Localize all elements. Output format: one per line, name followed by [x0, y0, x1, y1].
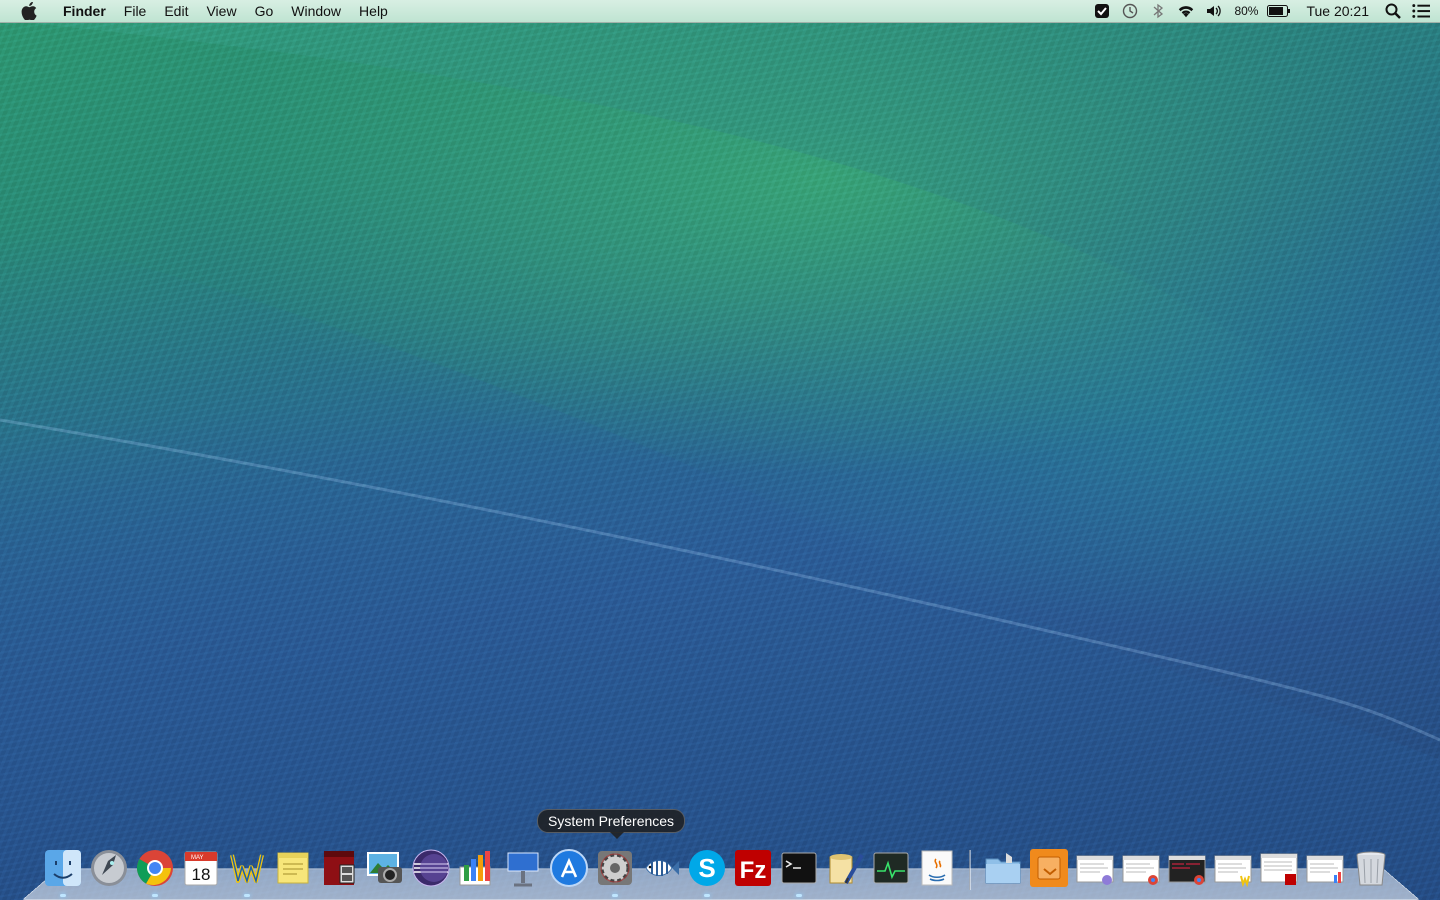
calendar-day: 18	[192, 865, 211, 884]
photobooth-icon	[324, 851, 355, 885]
dock-java[interactable]	[915, 846, 959, 890]
dock-chrome[interactable]	[133, 846, 177, 897]
svg-text:Fz: Fz	[740, 857, 767, 884]
dock-terminal[interactable]	[777, 846, 821, 897]
dock-numbers[interactable]	[455, 846, 499, 890]
dock-activity-monitor[interactable]	[869, 846, 913, 890]
running-indicator	[704, 894, 710, 897]
gear-icon	[598, 851, 632, 885]
dock-stickies[interactable]	[271, 846, 315, 890]
dock-minimized-window-1[interactable]	[1073, 846, 1117, 890]
running-indicator	[244, 894, 250, 897]
dock-eclipse[interactable]	[409, 846, 453, 890]
eclipse-icon	[412, 849, 450, 887]
battery-percentage: 80%	[1234, 4, 1259, 18]
dock-skype[interactable]: S	[685, 846, 729, 897]
filezilla-icon: Fz	[735, 850, 771, 886]
dock-system-preferences[interactable]	[593, 846, 637, 897]
appstore-icon	[550, 849, 588, 887]
dock-trash[interactable]	[1349, 846, 1393, 890]
window-thumbnail-icon	[1076, 855, 1114, 885]
notification-center-icon[interactable]	[1412, 2, 1430, 20]
dock-minimized-window-6[interactable]	[1303, 846, 1347, 890]
dock-textwrangler[interactable]	[225, 846, 269, 897]
calendar-icon: MAY 18	[184, 851, 218, 886]
window-thumbnail-icon	[1214, 855, 1252, 888]
dock-photobooth[interactable]	[317, 846, 361, 890]
spotlight-search-icon[interactable]	[1384, 2, 1402, 20]
dock-applications-stack[interactable]	[981, 846, 1025, 890]
activity-monitor-icon	[873, 852, 909, 884]
dock-minimized-window-4[interactable]	[1211, 846, 1255, 890]
menu-file[interactable]: File	[115, 0, 156, 22]
running-indicator	[60, 894, 66, 897]
dock-tooltip: System Preferences	[537, 809, 686, 839]
svg-text:S: S	[698, 853, 715, 883]
finder-icon	[45, 850, 81, 886]
dock-keynote[interactable]	[501, 846, 545, 890]
apple-menu-icon[interactable]	[18, 0, 40, 22]
running-indicator	[796, 894, 802, 897]
keynote-icon	[507, 852, 539, 887]
window-thumbnail-icon	[1260, 853, 1298, 885]
rocket-icon	[91, 850, 127, 886]
menu-help[interactable]: Help	[350, 0, 397, 22]
dock-filezilla[interactable]: Fz	[731, 846, 775, 890]
running-indicator	[612, 894, 618, 897]
java-icon	[921, 850, 953, 886]
menu-window[interactable]: Window	[282, 0, 350, 22]
running-indicator	[152, 894, 158, 897]
dock-appstore[interactable]	[547, 846, 591, 890]
water-texture	[0, 0, 1440, 900]
menu-edit[interactable]: Edit	[155, 0, 197, 22]
bluetooth-icon[interactable]	[1149, 2, 1167, 20]
menu-app-finder[interactable]: Finder	[54, 0, 115, 22]
status-area: 80% Tue 20:21	[1088, 0, 1440, 22]
menubar-clock[interactable]: Tue 20:21	[1306, 3, 1369, 19]
terminal-icon	[781, 852, 817, 884]
window-thumbnail-icon	[1122, 855, 1160, 885]
dock-launchpad[interactable]	[87, 846, 131, 890]
folder-icon	[985, 853, 1021, 884]
security-shield-icon[interactable]	[1093, 2, 1111, 20]
dock-aquarium[interactable]	[639, 846, 683, 890]
window-thumbnail-icon	[1306, 855, 1344, 883]
volume-icon[interactable]	[1205, 2, 1223, 20]
fish-icon	[645, 860, 679, 876]
chrome-icon	[136, 850, 173, 886]
numbers-icon	[459, 851, 491, 886]
iphoto-icon	[367, 852, 402, 883]
dock-finder[interactable]	[41, 846, 85, 897]
dock: MAY 18 S Fz	[40, 842, 1394, 897]
downloads-stack-icon	[1030, 849, 1068, 887]
calendar-month: MAY	[191, 855, 204, 861]
menu-bar: Finder File Edit View Go Window Help 80%…	[0, 0, 1440, 23]
wifi-icon[interactable]	[1177, 2, 1195, 20]
menu-view[interactable]: View	[197, 0, 245, 22]
skype-icon: S	[689, 850, 725, 886]
script-editor-icon	[829, 854, 864, 884]
dock-calendar[interactable]: MAY 18	[179, 846, 223, 890]
dock-iphoto[interactable]	[363, 846, 407, 890]
window-thumbnail-icon	[1168, 855, 1206, 885]
textwrangler-icon	[230, 854, 264, 884]
dock-minimized-window-3[interactable]	[1165, 846, 1209, 890]
time-machine-icon[interactable]	[1121, 2, 1139, 20]
battery-icon[interactable]	[1267, 2, 1291, 20]
dock-minimized-window-2[interactable]	[1119, 846, 1163, 890]
menu-go[interactable]: Go	[246, 0, 283, 22]
dock-script-editor[interactable]	[823, 846, 867, 890]
dock-downloads-stack[interactable]	[1027, 846, 1071, 890]
trash-icon	[1356, 851, 1386, 886]
stickies-icon	[277, 852, 309, 884]
dock-separator	[969, 850, 971, 890]
dock-minimized-window-5[interactable]	[1257, 846, 1301, 890]
